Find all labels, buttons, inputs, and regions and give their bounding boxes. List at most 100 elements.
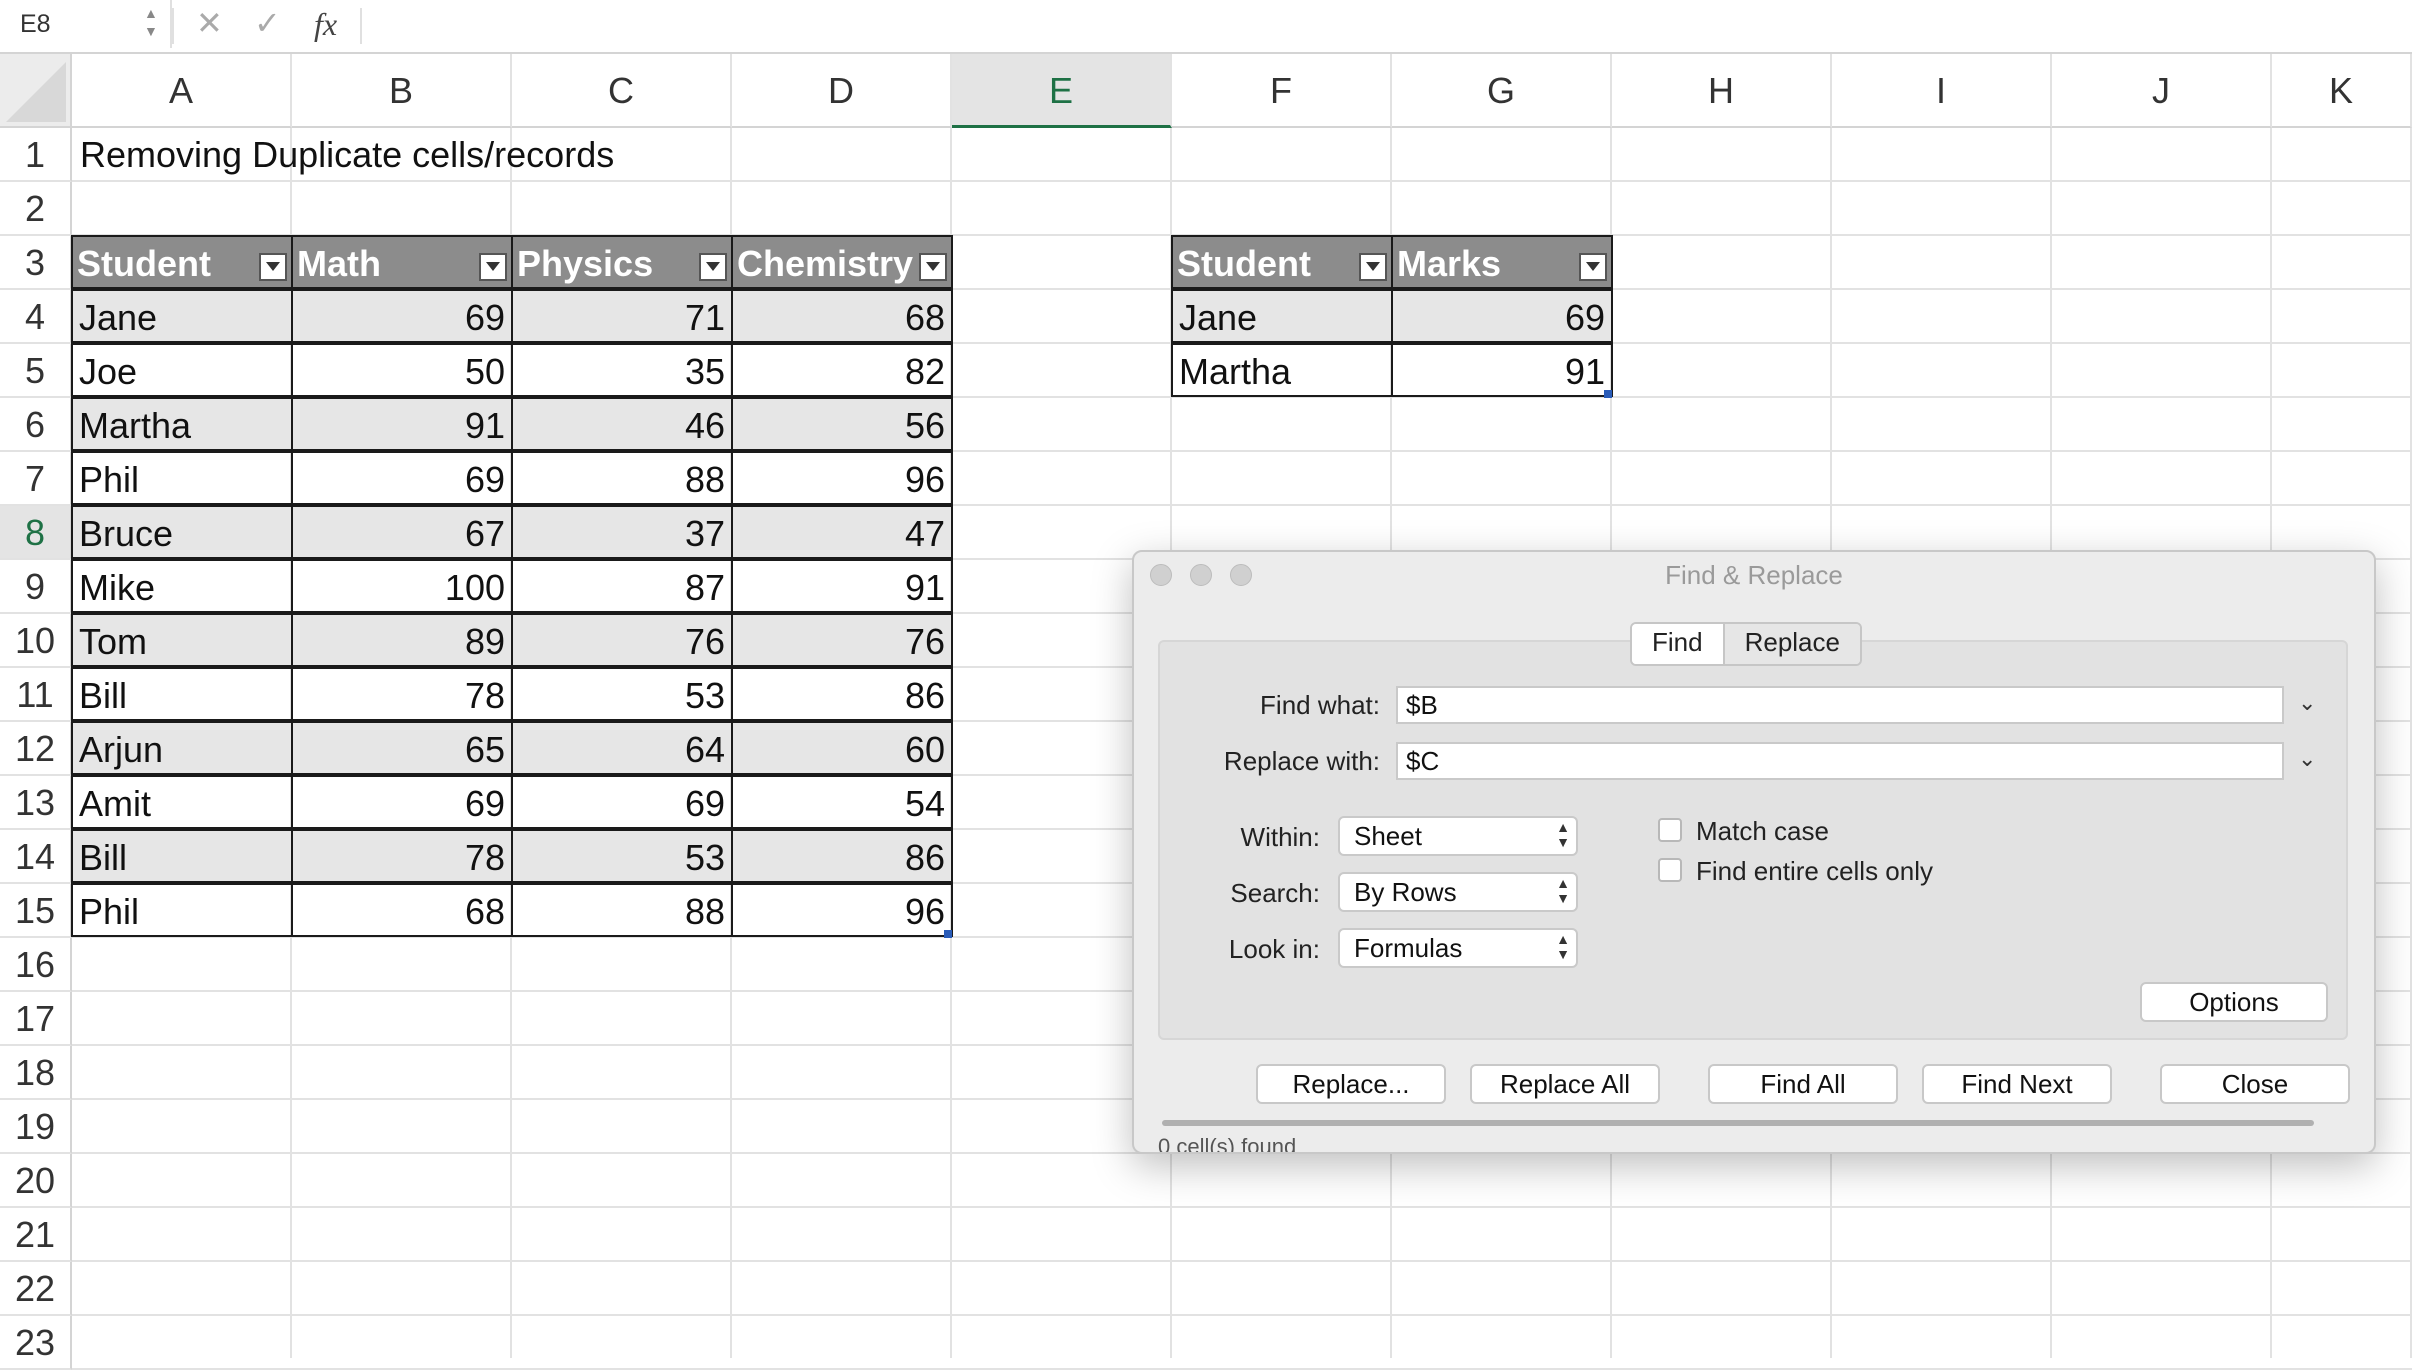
table-cell[interactable]: 88 (511, 451, 733, 505)
column-header-g[interactable]: G (1392, 54, 1612, 128)
table-header-cell[interactable]: Student (71, 235, 293, 289)
table-cell[interactable]: 78 (291, 829, 513, 883)
name-box-stepper-icon[interactable]: ▲ ▼ (144, 4, 158, 40)
row-header-9[interactable]: 9 (0, 560, 72, 614)
table-cell[interactable]: 64 (511, 721, 733, 775)
table-cell[interactable]: 87 (511, 559, 733, 613)
row-header-23[interactable]: 23 (0, 1316, 72, 1370)
table-cell[interactable]: Amit (71, 775, 293, 829)
column-header-k[interactable]: K (2272, 54, 2412, 128)
row-header-7[interactable]: 7 (0, 452, 72, 506)
chevron-down-icon[interactable]: ⌄ (2298, 690, 2316, 716)
replace-button[interactable]: Replace... (1256, 1064, 1446, 1104)
filter-dropdown-icon[interactable] (259, 253, 287, 281)
table-cell[interactable]: 68 (731, 289, 953, 343)
within-select[interactable]: Sheet ▲ ▼ (1338, 816, 1578, 856)
table-cell[interactable]: Phil (71, 883, 293, 937)
table-cell[interactable]: 76 (511, 613, 733, 667)
dialog-titlebar[interactable]: Find & Replace (1134, 552, 2374, 596)
filter-dropdown-icon[interactable] (1579, 253, 1607, 281)
table-cell[interactable]: 86 (731, 829, 953, 883)
table-cell[interactable]: 68 (291, 883, 513, 937)
table-cell[interactable]: 76 (731, 613, 953, 667)
filter-dropdown-icon[interactable] (919, 253, 947, 281)
find-what-input[interactable]: $B (1396, 686, 2284, 724)
table-cell[interactable]: 47 (731, 505, 953, 559)
replace-all-button[interactable]: Replace All (1470, 1064, 1660, 1104)
table-cell[interactable]: 69 (1391, 289, 1613, 343)
table-cell[interactable]: Tom (71, 613, 293, 667)
table-cell[interactable]: 78 (291, 667, 513, 721)
row-header-2[interactable]: 2 (0, 182, 72, 236)
row-header-12[interactable]: 12 (0, 722, 72, 776)
table-cell[interactable]: 91 (731, 559, 953, 613)
column-header-j[interactable]: J (2052, 54, 2272, 128)
row-header-1[interactable]: 1 (0, 128, 72, 182)
table-cell[interactable]: 53 (511, 667, 733, 721)
table-cell[interactable]: 69 (291, 451, 513, 505)
row-header-13[interactable]: 13 (0, 776, 72, 830)
table-cell[interactable]: Phil (71, 451, 293, 505)
table-header-cell[interactable]: Chemistry (731, 235, 953, 289)
row-header-16[interactable]: 16 (0, 938, 72, 992)
table-cell[interactable]: 88 (511, 883, 733, 937)
replace-with-input[interactable]: $C (1396, 742, 2284, 780)
table-cell[interactable]: Bruce (71, 505, 293, 559)
row-header-21[interactable]: 21 (0, 1208, 72, 1262)
table-cell[interactable]: Bill (71, 667, 293, 721)
table-cell[interactable]: Jane (71, 289, 293, 343)
find-next-button[interactable]: Find Next (1922, 1064, 2112, 1104)
row-header-17[interactable]: 17 (0, 992, 72, 1046)
table-cell[interactable]: 82 (731, 343, 953, 397)
table-cell[interactable]: 60 (731, 721, 953, 775)
insert-function-icon[interactable]: fx (314, 6, 337, 43)
column-header-e[interactable]: E (952, 54, 1172, 128)
table-cell[interactable]: 89 (291, 613, 513, 667)
table-cell[interactable]: 35 (511, 343, 733, 397)
row-header-18[interactable]: 18 (0, 1046, 72, 1100)
options-button[interactable]: Options (2140, 982, 2328, 1022)
table-cell[interactable]: 69 (511, 775, 733, 829)
select-all-corner[interactable] (0, 54, 72, 128)
row-header-5[interactable]: 5 (0, 344, 72, 398)
column-header-d[interactable]: D (732, 54, 952, 128)
table-cell[interactable]: 53 (511, 829, 733, 883)
sheet-title[interactable]: Removing Duplicate cells/records (80, 128, 614, 182)
row-header-14[interactable]: 14 (0, 830, 72, 884)
table-cell[interactable]: Joe (71, 343, 293, 397)
table-cell[interactable]: 100 (291, 559, 513, 613)
table-header-cell[interactable]: Marks (1391, 235, 1613, 289)
table-header-cell[interactable]: Math (291, 235, 513, 289)
table-cell[interactable]: 91 (1391, 343, 1613, 397)
row-header-19[interactable]: 19 (0, 1100, 72, 1154)
column-header-c[interactable]: C (512, 54, 732, 128)
table-cell[interactable]: 65 (291, 721, 513, 775)
table-cell[interactable]: 67 (291, 505, 513, 559)
table-cell[interactable]: 56 (731, 397, 953, 451)
table-cell[interactable]: 86 (731, 667, 953, 721)
row-header-15[interactable]: 15 (0, 884, 72, 938)
table-cell[interactable]: Martha (1171, 343, 1393, 397)
table-cell[interactable]: 54 (731, 775, 953, 829)
match-case-checkbox[interactable] (1658, 818, 1682, 842)
table-header-cell[interactable]: Student (1171, 235, 1393, 289)
table-resize-handle[interactable] (1604, 390, 1612, 398)
table-cell[interactable]: Arjun (71, 721, 293, 775)
table-header-cell[interactable]: Physics (511, 235, 733, 289)
find-all-button[interactable]: Find All (1708, 1064, 1898, 1104)
entire-cells-checkbox[interactable] (1658, 858, 1682, 882)
row-header-10[interactable]: 10 (0, 614, 72, 668)
column-header-h[interactable]: H (1612, 54, 1832, 128)
table-cell[interactable]: 69 (291, 775, 513, 829)
name-box[interactable]: E8 ▲ ▼ (0, 0, 172, 48)
row-header-3[interactable]: 3 (0, 236, 72, 290)
row-header-22[interactable]: 22 (0, 1262, 72, 1316)
column-header-i[interactable]: I (1832, 54, 2052, 128)
cancel-icon[interactable]: ✕ (196, 4, 223, 42)
row-header-11[interactable]: 11 (0, 668, 72, 722)
column-header-b[interactable]: B (292, 54, 512, 128)
table-cell[interactable]: Mike (71, 559, 293, 613)
column-header-f[interactable]: F (1172, 54, 1392, 128)
search-select[interactable]: By Rows ▲ ▼ (1338, 872, 1578, 912)
column-header-a[interactable]: A (72, 54, 292, 128)
